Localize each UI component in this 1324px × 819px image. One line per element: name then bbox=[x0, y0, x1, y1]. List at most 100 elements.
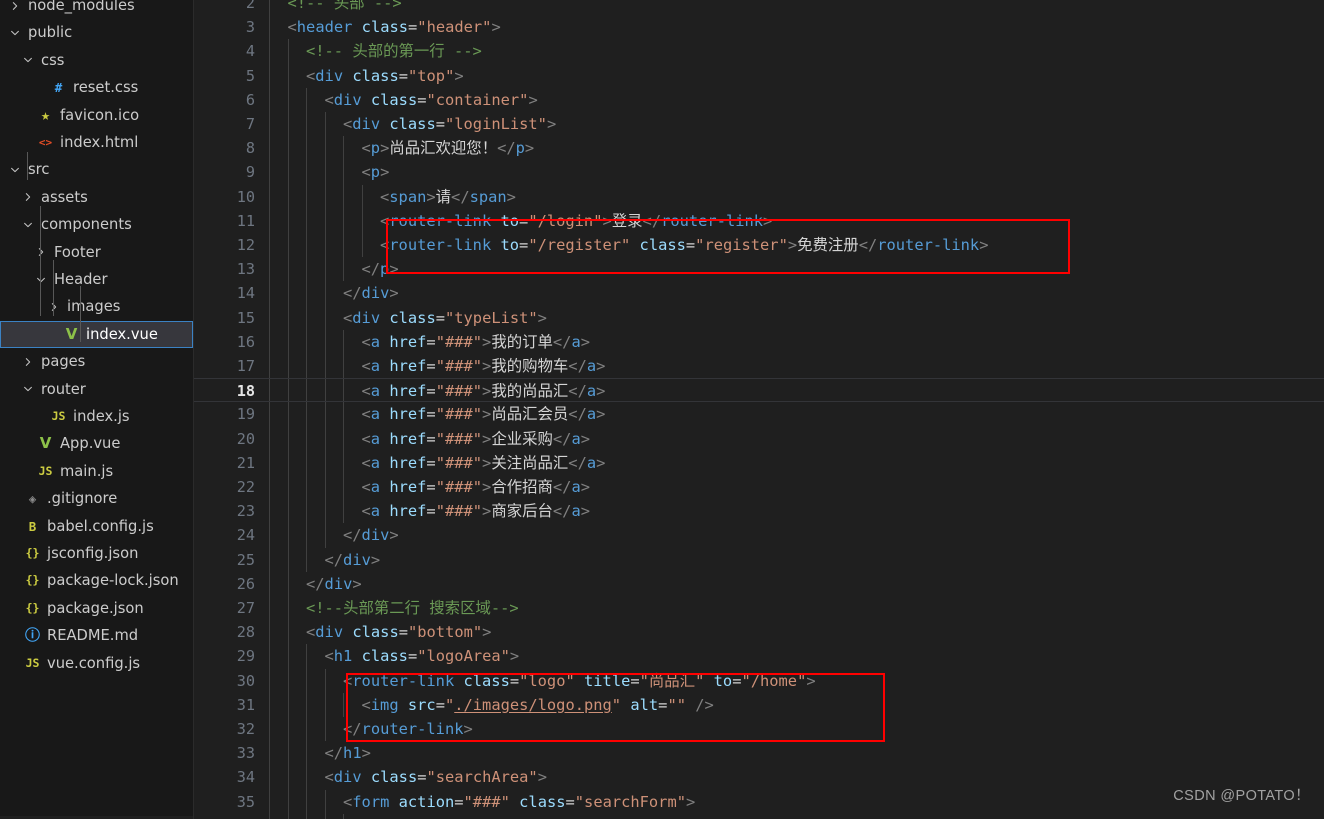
chevron-down-icon[interactable] bbox=[19, 219, 36, 231]
tree-file-reset-css[interactable]: # reset.css bbox=[0, 74, 193, 101]
tree-file-favicon-ico[interactable]: ★ favicon.ico bbox=[0, 102, 193, 129]
tree-folder-images[interactable]: images bbox=[0, 293, 193, 320]
code-line-content[interactable]: </router-link> bbox=[343, 717, 473, 741]
code-line-25[interactable]: 25 </div> bbox=[194, 548, 1324, 572]
code-line-20[interactable]: 20 <a href="###">企业采购</a> bbox=[194, 427, 1324, 451]
code-line-content[interactable]: </div> bbox=[343, 281, 399, 305]
code-line-content[interactable]: <div class="typeList"> bbox=[343, 306, 547, 330]
tree-file-vue-config-js[interactable]: JS vue.config.js bbox=[0, 650, 193, 677]
code-line-content[interactable]: <a href="###">企业采购</a> bbox=[362, 427, 591, 451]
tree-file--gitignore[interactable]: ◈ .gitignore bbox=[0, 485, 193, 512]
code-line-content[interactable]: <router-link class="logo" title="尚品汇" to… bbox=[343, 669, 816, 693]
tree-file-package-json[interactable]: {} package.json bbox=[0, 595, 193, 622]
tree-folder-pages[interactable]: pages bbox=[0, 348, 193, 375]
code-line-4[interactable]: 4 <!-- 头部的第一行 --> bbox=[194, 39, 1324, 63]
code-line-content[interactable]: </div> bbox=[325, 548, 381, 572]
code-line-2[interactable]: 2 <!-- 头部 --> bbox=[194, 0, 1324, 15]
chevron-down-icon[interactable] bbox=[6, 164, 23, 176]
tree-folder-router[interactable]: router bbox=[0, 376, 193, 403]
code-line-content[interactable]: <input bbox=[362, 814, 418, 819]
code-line-3[interactable]: 3 <header class="header"> bbox=[194, 15, 1324, 39]
code-lines[interactable]: 2 <!-- 头部 --> 3 <header class="header"> 4 <!-… bbox=[194, 0, 1324, 819]
code-line-29[interactable]: 29 <h1 class="logoArea"> bbox=[194, 644, 1324, 668]
code-line-content[interactable]: <img src="./images/logo.png" alt="" /> bbox=[362, 693, 714, 717]
code-line-content[interactable]: <div class="searchArea"> bbox=[325, 765, 547, 789]
tree-file-babel-config-js[interactable]: Bbabel.config.js bbox=[0, 513, 193, 540]
code-line-content[interactable]: <a href="###">我的订单</a> bbox=[362, 330, 591, 354]
code-editor-pane[interactable]: 2 <!-- 头部 --> 3 <header class="header"> 4 <!-… bbox=[194, 0, 1324, 819]
code-line-33[interactable]: 33 </h1> bbox=[194, 741, 1324, 765]
tree-file-index-vue[interactable]: Vindex.vue bbox=[0, 320, 193, 349]
tree-file-jsconfig-json[interactable]: {} jsconfig.json bbox=[0, 540, 193, 567]
code-line-content[interactable]: <!-- 头部的第一行 --> bbox=[306, 39, 482, 63]
code-line-18[interactable]: 18 <a href="###">我的尚品汇</a> bbox=[194, 378, 1324, 403]
code-line-34[interactable]: 34 <div class="searchArea"> bbox=[194, 765, 1324, 789]
tree-folder-node-modules[interactable]: node_modules bbox=[0, 0, 193, 19]
code-line-27[interactable]: 27 <!--头部第二行 搜索区域--> bbox=[194, 596, 1324, 620]
code-line-26[interactable]: 26 </div> bbox=[194, 572, 1324, 596]
code-line-11[interactable]: 11 <router-link to="/login">登录</router-li… bbox=[194, 209, 1324, 233]
code-line-17[interactable]: 17 <a href="###">我的购物车</a> bbox=[194, 354, 1324, 378]
chevron-right-icon[interactable] bbox=[19, 356, 36, 368]
code-line-21[interactable]: 21 <a href="###">关注尚品汇</a> bbox=[194, 451, 1324, 475]
code-line-content[interactable]: <header class="header"> bbox=[288, 15, 501, 39]
tree-file-index-js[interactable]: JS index.js bbox=[0, 403, 193, 430]
code-line-content[interactable]: <router-link to="/login">登录</router-link… bbox=[380, 209, 772, 233]
tree-file-package-lock-json[interactable]: {} package-lock.json bbox=[0, 567, 193, 594]
tree-folder-css[interactable]: css bbox=[0, 47, 193, 74]
tree-file-main-js[interactable]: JS main.js bbox=[0, 458, 193, 485]
code-line-31[interactable]: 31 <img src="./images/logo.png" alt="" /> bbox=[194, 693, 1324, 717]
code-line-content[interactable]: <!--头部第二行 搜索区域--> bbox=[306, 596, 519, 620]
code-line-36[interactable]: 36 <input bbox=[194, 814, 1324, 819]
code-line-13[interactable]: 13 </p> bbox=[194, 257, 1324, 281]
chevron-right-icon[interactable] bbox=[6, 0, 23, 12]
code-line-content[interactable]: <a href="###">我的尚品汇</a> bbox=[362, 379, 606, 403]
code-line-content[interactable]: <p>尚品汇欢迎您！</p> bbox=[362, 136, 535, 160]
code-line-content[interactable]: </div> bbox=[306, 572, 362, 596]
code-line-content[interactable]: <div class="loginList"> bbox=[343, 112, 556, 136]
code-line-content[interactable]: <a href="###">我的购物车</a> bbox=[362, 354, 606, 378]
code-line-22[interactable]: 22 <a href="###">合作招商</a> bbox=[194, 475, 1324, 499]
code-line-content[interactable]: <a href="###">关注尚品汇</a> bbox=[362, 451, 606, 475]
code-line-content[interactable]: </div> bbox=[343, 523, 399, 547]
code-line-16[interactable]: 16 <a href="###">我的订单</a> bbox=[194, 330, 1324, 354]
code-line-content[interactable]: <a href="###">商家后台</a> bbox=[362, 499, 591, 523]
tree-folder-assets[interactable]: assets bbox=[0, 184, 193, 211]
tree-folder-src[interactable]: src bbox=[0, 156, 193, 183]
code-line-5[interactable]: 5 <div class="top"> bbox=[194, 64, 1324, 88]
code-line-content[interactable]: <div class="container"> bbox=[325, 88, 538, 112]
code-line-14[interactable]: 14 </div> bbox=[194, 281, 1324, 305]
tree-folder-footer[interactable]: Footer bbox=[0, 239, 193, 266]
code-line-9[interactable]: 9 <p> bbox=[194, 160, 1324, 184]
tree-folder-header[interactable]: Header bbox=[0, 266, 193, 293]
chevron-down-icon[interactable] bbox=[19, 54, 36, 66]
tree-file-index-html[interactable]: <> index.html bbox=[0, 129, 193, 156]
chevron-down-icon[interactable] bbox=[6, 27, 23, 39]
code-line-content[interactable]: <router-link to="/register" class="regis… bbox=[380, 233, 988, 257]
tree-folder-public[interactable]: public bbox=[0, 19, 193, 46]
code-line-23[interactable]: 23 <a href="###">商家后台</a> bbox=[194, 499, 1324, 523]
code-line-content[interactable]: <a href="###">尚品汇会员</a> bbox=[362, 402, 606, 426]
tree-file-readme-md[interactable]: ⓘ README.md bbox=[0, 622, 193, 649]
tree-folder-components[interactable]: components bbox=[0, 211, 193, 238]
code-line-32[interactable]: 32 </router-link> bbox=[194, 717, 1324, 741]
code-line-15[interactable]: 15 <div class="typeList"> bbox=[194, 306, 1324, 330]
tree-file-app-vue[interactable]: V App.vue bbox=[0, 430, 193, 457]
code-line-30[interactable]: 30 <router-link class="logo" title="尚品汇" … bbox=[194, 669, 1324, 693]
code-line-28[interactable]: 28 <div class="bottom"> bbox=[194, 620, 1324, 644]
chevron-down-icon[interactable] bbox=[19, 383, 36, 395]
code-line-content[interactable]: <!-- 头部 --> bbox=[288, 0, 402, 15]
code-line-10[interactable]: 10 <span>请</span> bbox=[194, 185, 1324, 209]
code-line-19[interactable]: 19 <a href="###">尚品汇会员</a> bbox=[194, 402, 1324, 426]
code-line-6[interactable]: 6 <div class="container"> bbox=[194, 88, 1324, 112]
code-line-8[interactable]: 8 <p>尚品汇欢迎您！</p> bbox=[194, 136, 1324, 160]
code-line-content[interactable]: </p> bbox=[362, 257, 399, 281]
explorer-sidebar[interactable]: node_modules public css # reset.css ★ favicon.… bbox=[0, 0, 194, 819]
code-line-content[interactable]: <form action="###" class="searchForm"> bbox=[343, 790, 695, 814]
code-line-24[interactable]: 24 </div> bbox=[194, 523, 1324, 547]
code-line-content[interactable]: <p> bbox=[362, 160, 390, 184]
chevron-right-icon[interactable] bbox=[19, 191, 36, 203]
code-line-35[interactable]: 35 <form action="###" class="searchForm"> bbox=[194, 790, 1324, 814]
code-line-content[interactable]: <span>请</span> bbox=[380, 185, 516, 209]
code-line-content[interactable]: <a href="###">合作招商</a> bbox=[362, 475, 591, 499]
